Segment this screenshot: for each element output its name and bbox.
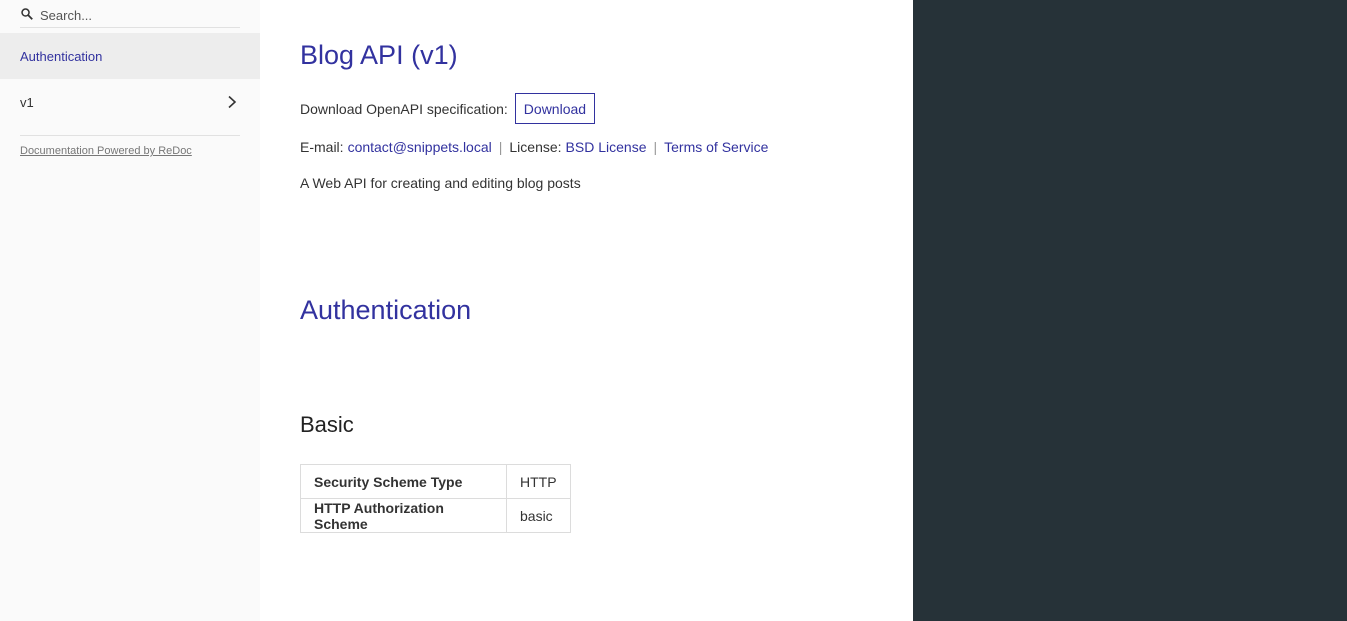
license-link[interactable]: BSD License <box>566 139 647 155</box>
table-row: HTTP Authorization Scheme basic <box>300 498 571 533</box>
api-description: A Web API for creating and editing blog … <box>300 175 581 191</box>
table-value: HTTP <box>506 464 571 499</box>
sidebar-item-v1[interactable]: v1 <box>0 79 260 125</box>
info-row: E-mail: contact@snippets.local | License… <box>300 139 768 155</box>
email-link[interactable]: contact@snippets.local <box>348 139 492 155</box>
main-content: Blog API (v1) Download OpenAPI specifica… <box>260 0 913 621</box>
sidebar-item-label: Authentication <box>20 48 103 64</box>
search-input[interactable] <box>40 4 238 26</box>
sidebar-divider <box>20 135 240 136</box>
scheme-heading: Basic <box>300 412 354 437</box>
chevron-right-icon <box>228 95 237 109</box>
sidebar: Authentication v1 Documentation Powered … <box>0 0 260 621</box>
info-separator: | <box>653 139 658 155</box>
right-panel <box>913 0 1347 621</box>
terms-link[interactable]: Terms of Service <box>664 139 768 155</box>
download-label: Download OpenAPI specification: <box>300 100 508 117</box>
info-separator: | <box>498 139 503 155</box>
search-icon <box>21 8 33 20</box>
security-scheme-table: Security Scheme Type HTTP HTTP Authoriza… <box>300 464 571 533</box>
email-label: E-mail: <box>300 139 344 155</box>
download-row: Download OpenAPI specification: Download <box>300 93 596 124</box>
table-key: Security Scheme Type <box>300 464 507 499</box>
sidebar-item-label: v1 <box>20 94 34 110</box>
search-box <box>20 4 240 28</box>
section-heading-authentication: Authentication <box>300 295 472 325</box>
table-value: basic <box>506 498 571 533</box>
table-row: Security Scheme Type HTTP <box>300 464 571 499</box>
page-title: Blog API (v1) <box>300 40 458 70</box>
powered-by-link[interactable]: Documentation Powered by ReDoc <box>20 145 192 157</box>
sidebar-item-authentication[interactable]: Authentication <box>0 33 260 79</box>
download-button[interactable]: Download <box>514 93 596 124</box>
table-key: HTTP Authorization Scheme <box>300 498 507 533</box>
license-label: License: <box>509 139 562 155</box>
